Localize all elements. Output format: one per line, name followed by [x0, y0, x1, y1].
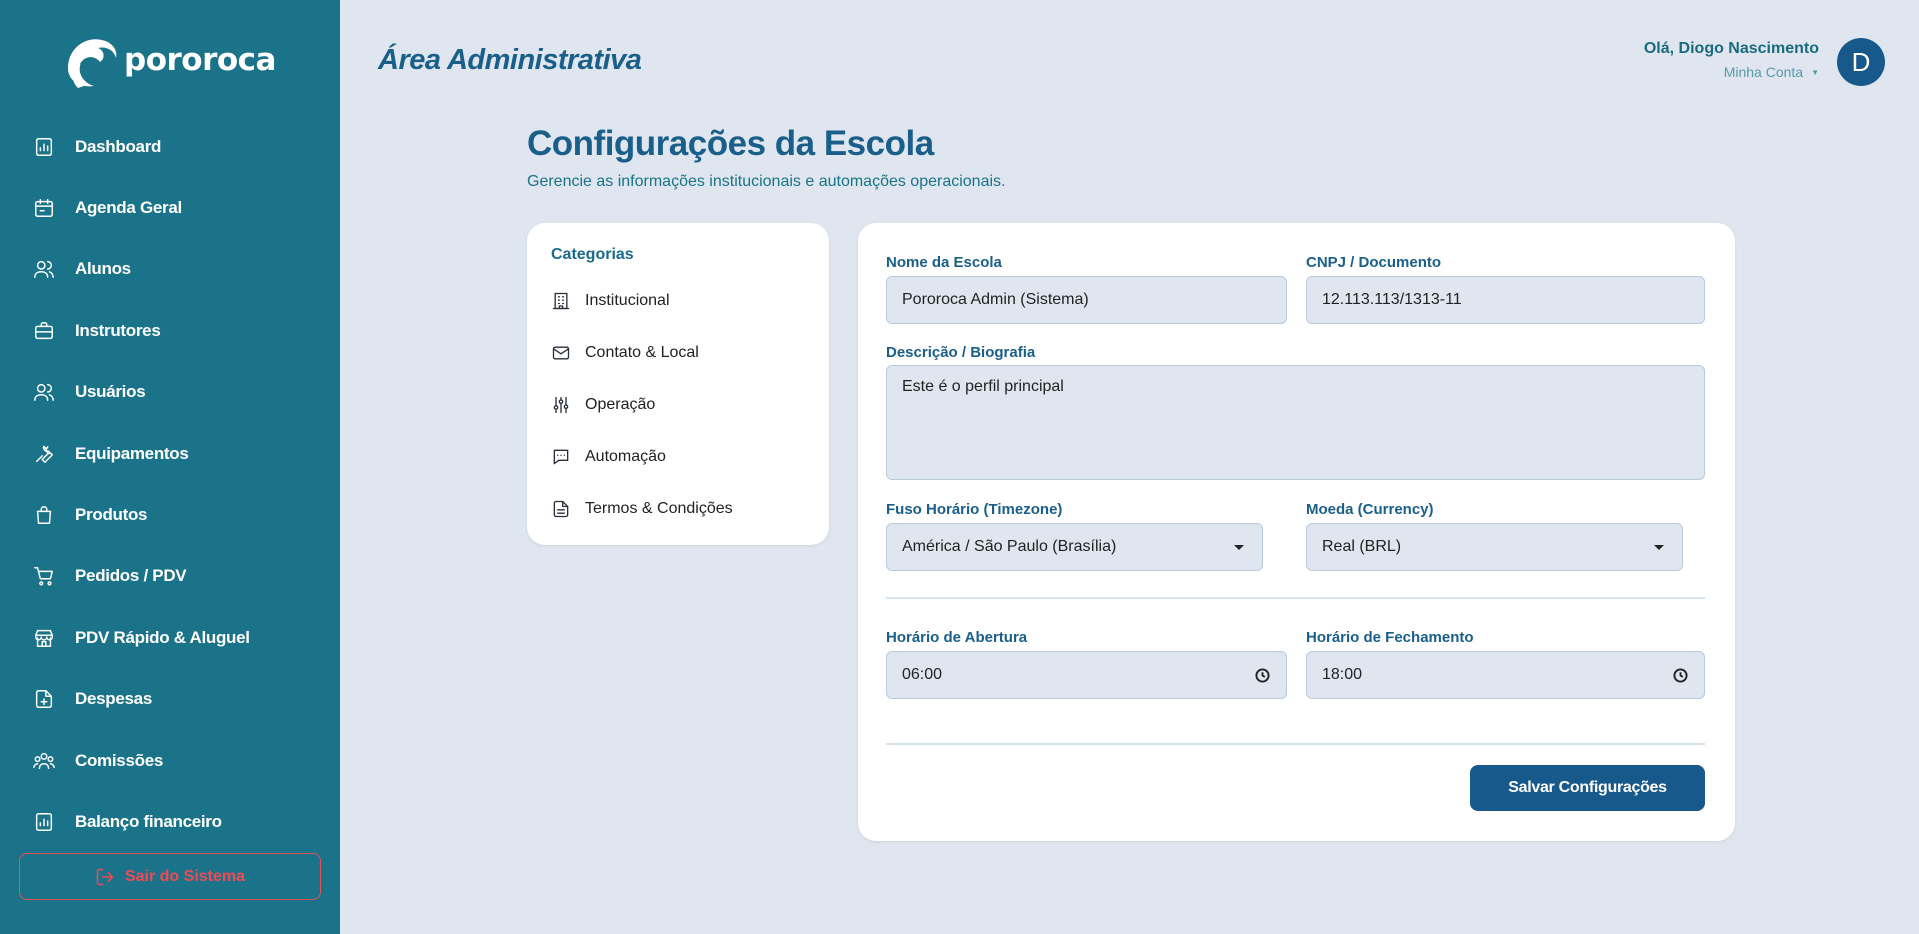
- avatar[interactable]: D: [1837, 38, 1885, 86]
- account-label: Minha Conta: [1723, 64, 1804, 80]
- sidebar-item-label: Despesas: [75, 689, 152, 709]
- sidebar-item-alunos[interactable]: Alunos: [0, 239, 340, 300]
- sidebar-item-comissoes[interactable]: Comissões: [0, 730, 340, 791]
- chart-icon: [33, 811, 55, 833]
- description-textarea[interactable]: Este é o perfil principal: [886, 365, 1705, 480]
- settings-form-card: Nome da Escola Pororoca Admin (Sistema) …: [858, 223, 1735, 841]
- sliders-icon: [553, 396, 569, 414]
- clock-icon[interactable]: [1673, 668, 1688, 683]
- categories-card: Categorias Institucional Contato & Local…: [527, 223, 829, 545]
- caret-down-icon: ▼: [1811, 67, 1819, 77]
- logout-button[interactable]: Sair do Sistema: [19, 853, 321, 900]
- document-icon: [553, 500, 569, 518]
- clock-icon[interactable]: [1255, 668, 1270, 683]
- save-settings-button[interactable]: Salvar Configurações: [1470, 765, 1705, 811]
- category-label: Operação: [585, 396, 656, 413]
- currency-label: Moeda (Currency): [1306, 501, 1434, 518]
- category-label: Termos & Condições: [585, 500, 733, 517]
- closing-time-value: 18:00: [1322, 666, 1363, 683]
- document-input[interactable]: 12.113.113/1313-11: [1306, 276, 1705, 324]
- chat-icon: [553, 449, 569, 465]
- account-menu-link[interactable]: Minha Conta ▼: [1644, 64, 1819, 80]
- page-subtitle: Gerencie as informações institucionais e…: [527, 173, 1006, 190]
- school-name-input[interactable]: Pororoca Admin (Sistema): [886, 276, 1287, 324]
- sidebar: pororoca Dashboard Agenda Geral Alunos I…: [0, 0, 340, 934]
- sidebar-item-label: Agenda Geral: [75, 198, 182, 218]
- section-divider: [886, 597, 1705, 599]
- categories-title: Categorias: [551, 246, 634, 263]
- document-label: CNPJ / Documento: [1306, 254, 1442, 271]
- sidebar-item-instrutores[interactable]: Instrutores: [0, 300, 340, 361]
- sidebar-item-dashboard[interactable]: Dashboard: [0, 116, 340, 177]
- sidebar-nav: Dashboard Agenda Geral Alunos Instrutore…: [0, 116, 340, 853]
- sidebar-item-label: Balanço financeiro: [75, 811, 222, 831]
- closing-time-input[interactable]: 18:00: [1306, 651, 1705, 699]
- school-name-label: Nome da Escola: [886, 254, 1002, 271]
- cart-icon: [33, 565, 55, 587]
- file-plus-icon: [33, 688, 55, 710]
- sidebar-item-label: Pedidos / PDV: [75, 566, 187, 586]
- category-institucional[interactable]: Institucional: [551, 275, 733, 327]
- sidebar-item-label: Equipamentos: [75, 443, 189, 463]
- user-menu: Olá, Diogo Nascimento Minha Conta ▼: [1644, 40, 1819, 80]
- building-icon: [552, 292, 570, 310]
- brand-logo[interactable]: pororoca: [60, 30, 276, 90]
- sidebar-item-agenda-geral[interactable]: Agenda Geral: [0, 177, 340, 238]
- category-label: Contato & Local: [585, 344, 699, 361]
- category-automacao[interactable]: Automação: [551, 431, 733, 483]
- mail-icon: [552, 346, 570, 360]
- category-contato-local[interactable]: Contato & Local: [551, 327, 733, 379]
- sidebar-item-label: Comissões: [75, 750, 164, 770]
- user-greeting: Olá, Diogo Nascimento: [1643, 40, 1819, 57]
- timezone-select[interactable]: América / São Paulo (Brasília): [886, 523, 1263, 571]
- wave-logo-icon: [68, 39, 117, 88]
- sidebar-item-pedidos-pdv[interactable]: Pedidos / PDV: [0, 546, 340, 607]
- header-title: Área Administrativa: [378, 44, 642, 76]
- sidebar-item-despesas[interactable]: Despesas: [0, 669, 340, 730]
- sidebar-item-label: Usuários: [75, 382, 146, 402]
- opening-time-input[interactable]: 06:00: [886, 651, 1287, 699]
- users-icon: [33, 258, 55, 280]
- dropdown-arrow-icon: [1234, 545, 1244, 550]
- sidebar-item-equipamentos[interactable]: Equipamentos: [0, 423, 340, 484]
- currency-value: Real (BRL): [1322, 538, 1402, 555]
- sidebar-item-label: Produtos: [75, 505, 148, 525]
- sidebar-item-label: PDV Rápido & Aluguel: [75, 627, 250, 647]
- category-operacao[interactable]: Operação: [551, 379, 733, 431]
- sidebar-item-balanco-financeiro[interactable]: Balanço financeiro: [0, 791, 340, 852]
- timezone-label: Fuso Horário (Timezone): [886, 501, 1063, 518]
- wrench-icon: [33, 443, 55, 465]
- sidebar-item-pdv-rapido[interactable]: PDV Rápido & Aluguel: [0, 607, 340, 668]
- sidebar-item-label: Instrutores: [75, 320, 161, 340]
- description-label: Descrição / Biografia: [886, 344, 1036, 361]
- page-title: Configurações da Escola: [527, 124, 934, 163]
- briefcase-icon: [33, 320, 55, 342]
- sidebar-item-usuarios[interactable]: Usuários: [0, 362, 340, 423]
- users-icon: [33, 381, 55, 403]
- closing-time-label: Horário de Fechamento: [1306, 629, 1474, 646]
- opening-time-label: Horário de Abertura: [886, 629, 1028, 646]
- sidebar-item-label: Dashboard: [75, 136, 162, 156]
- brand-name: pororoca: [124, 42, 276, 78]
- section-divider: [886, 743, 1705, 745]
- category-label: Automação: [585, 448, 666, 465]
- sidebar-item-label: Alunos: [75, 259, 131, 279]
- logout-icon: [96, 868, 114, 885]
- bag-icon: [33, 504, 55, 526]
- opening-time-value: 06:00: [902, 666, 943, 683]
- store-icon: [33, 627, 55, 649]
- dropdown-arrow-icon: [1654, 545, 1664, 550]
- category-label: Institucional: [585, 292, 670, 309]
- category-termos-condicoes[interactable]: Termos & Condições: [551, 483, 733, 535]
- logout-label: Sair do Sistema: [124, 867, 246, 885]
- sidebar-item-produtos[interactable]: Produtos: [0, 484, 340, 545]
- chart-icon: [33, 136, 55, 158]
- timezone-value: América / São Paulo (Brasília): [902, 538, 1117, 555]
- calendar-icon: [33, 197, 55, 219]
- currency-select[interactable]: Real (BRL): [1306, 523, 1683, 571]
- categories-list: Institucional Contato & Local Operação A…: [551, 275, 733, 535]
- group-icon: [33, 750, 55, 772]
